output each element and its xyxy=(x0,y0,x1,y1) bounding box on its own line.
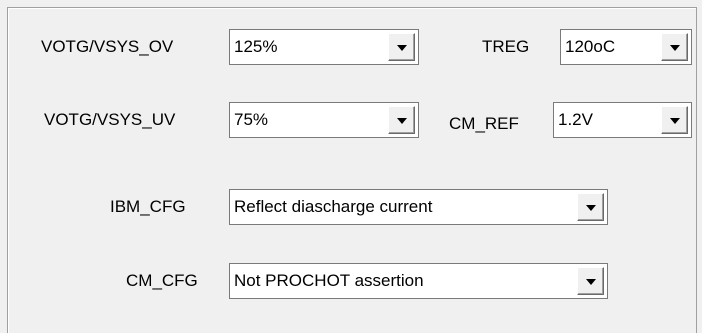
cm-cfg-value: Not PROCHOT assertion xyxy=(234,271,424,290)
cm-cfg-label: CM_CFG xyxy=(126,271,198,290)
ibm-cfg-dropdown-button[interactable] xyxy=(577,193,604,221)
votg-vsys-ov-dropdown-button[interactable] xyxy=(388,33,415,61)
votg-vsys-ov-select[interactable]: 125% xyxy=(229,29,419,65)
cm-ref-dropdown-button[interactable] xyxy=(661,106,688,134)
chevron-down-icon xyxy=(396,45,407,51)
votg-vsys-ov-label: VOTG/VSYS_OV xyxy=(41,37,174,56)
cm-ref-label: CM_REF xyxy=(449,114,519,133)
ibm-cfg-value: Reflect diascharge current xyxy=(234,197,433,216)
cm-ref-select[interactable]: 1.2V xyxy=(553,102,692,138)
chevron-down-icon xyxy=(669,45,680,51)
chevron-down-icon xyxy=(396,118,407,124)
treg-select[interactable]: 120oC xyxy=(560,29,692,65)
votg-vsys-uv-value: 75% xyxy=(234,110,269,129)
ibm-cfg-label: IBM_CFG xyxy=(110,197,186,216)
chevron-down-icon xyxy=(585,279,596,285)
cm-cfg-select[interactable]: Not PROCHOT assertion xyxy=(229,263,608,299)
chevron-down-icon xyxy=(585,205,596,211)
cm-cfg-dropdown-button[interactable] xyxy=(577,267,604,295)
ibm-cfg-select[interactable]: Reflect diascharge current xyxy=(229,189,608,225)
cm-ref-value: 1.2V xyxy=(558,110,593,129)
votg-vsys-uv-dropdown-button[interactable] xyxy=(388,106,415,134)
treg-value: 120oC xyxy=(565,37,616,56)
treg-label: TREG xyxy=(482,37,530,56)
votg-vsys-ov-value: 125% xyxy=(234,37,278,56)
treg-dropdown-button[interactable] xyxy=(661,33,688,61)
votg-vsys-uv-label: VOTG/VSYS_UV xyxy=(44,110,176,129)
chevron-down-icon xyxy=(669,118,680,124)
votg-vsys-uv-select[interactable]: 75% xyxy=(229,102,419,138)
